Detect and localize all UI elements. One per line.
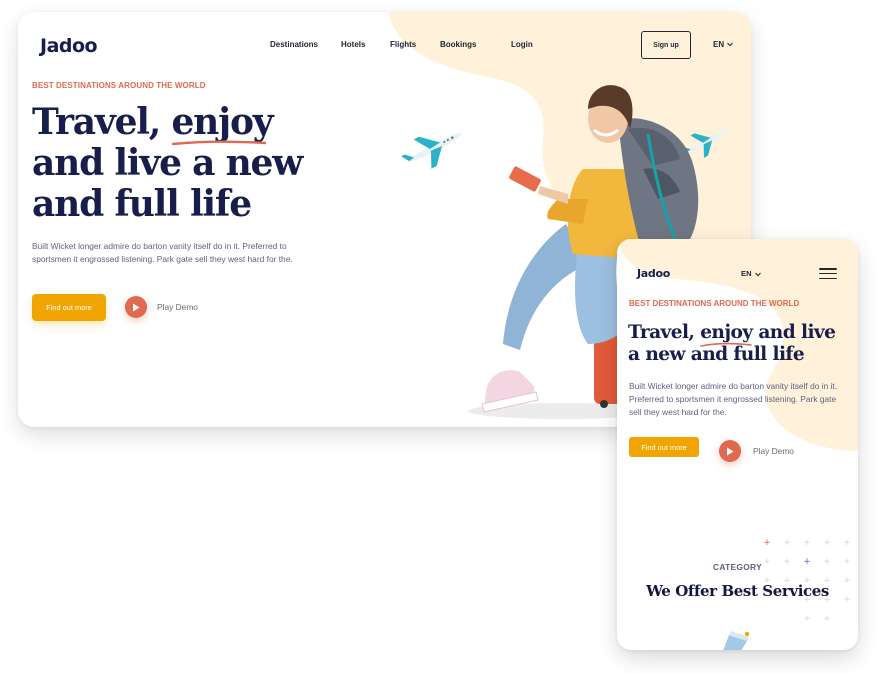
language-label: EN: [741, 269, 752, 278]
highlight-underline: [700, 342, 752, 347]
hero-title: Travel, enjoy and live a new and full li…: [628, 322, 853, 366]
play-icon: [133, 303, 140, 311]
category-label: CATEGORY: [713, 562, 762, 572]
hero-title-highlight-text: enjoy: [700, 322, 753, 343]
hero-title-rest: and live: [758, 322, 836, 343]
nav-hotels[interactable]: Hotels: [341, 40, 365, 49]
nav-login[interactable]: Login: [511, 40, 533, 49]
play-demo-label[interactable]: Play Demo: [753, 446, 794, 456]
brand-logo[interactable]: Jadoo: [637, 267, 670, 280]
chevron-down-icon: [727, 43, 734, 47]
hero-description: Built Wicket longer admire do barton van…: [32, 241, 293, 264]
svg-text:+: +: [803, 614, 811, 624]
play-demo-label[interactable]: Play Demo: [157, 302, 198, 312]
play-demo-button[interactable]: [125, 296, 147, 318]
hero-title-part1: Travel,: [628, 322, 695, 343]
hero-kicker: BEST DESTINATIONS AROUND THE WORLD: [629, 299, 800, 308]
nav-flights[interactable]: Flights: [390, 40, 416, 49]
plus-decoration-icon: + + + + + + + + + + + + + + + + + + + +: [763, 538, 851, 624]
svg-text:+: +: [823, 538, 831, 548]
play-icon: [727, 447, 734, 455]
find-out-more-button[interactable]: Find out more: [32, 294, 106, 321]
chevron-down-icon: [754, 272, 761, 276]
hero-description: Built Wicket longer admire do barton van…: [629, 381, 838, 417]
svg-text:+: +: [843, 538, 851, 548]
hero-title-line2: and live a new: [32, 142, 303, 184]
svg-text:+: +: [823, 614, 831, 624]
brand-logo[interactable]: Jadoo: [40, 35, 98, 57]
find-out-more-button[interactable]: Find out more: [629, 437, 699, 457]
services-title: We Offer Best Services: [646, 582, 829, 600]
language-label: EN: [713, 40, 725, 49]
hamburger-menu-icon[interactable]: [819, 268, 837, 280]
mobile-mockup: Jadoo EN BEST DESTINATIONS AROUND THE WO…: [617, 239, 858, 650]
hero-title-part1: Travel,: [32, 101, 161, 143]
hero-title-highlight: enjoy: [171, 101, 274, 146]
nav-destinations[interactable]: Destinations: [270, 40, 318, 49]
svg-text:+: +: [783, 538, 791, 548]
hero-title: Travel, enjoy and live a new and full li…: [32, 102, 362, 225]
play-demo-button[interactable]: [719, 440, 741, 462]
hero-title-highlight-text: enjoy: [171, 101, 273, 143]
hero-kicker: BEST DESTINATIONS AROUND THE WORLD: [32, 81, 206, 90]
language-selector[interactable]: EN: [741, 269, 761, 278]
satellite-icon: [723, 631, 750, 650]
signup-button[interactable]: Sign up: [641, 31, 691, 59]
svg-text:+: +: [763, 538, 771, 548]
nav-bookings[interactable]: Bookings: [440, 40, 476, 49]
hero-title-line3: and full life: [32, 183, 252, 225]
highlight-underline: [172, 140, 267, 146]
language-selector[interactable]: EN: [713, 40, 734, 49]
svg-text:+: +: [803, 538, 811, 548]
hero-title-highlight: enjoy: [700, 322, 753, 347]
